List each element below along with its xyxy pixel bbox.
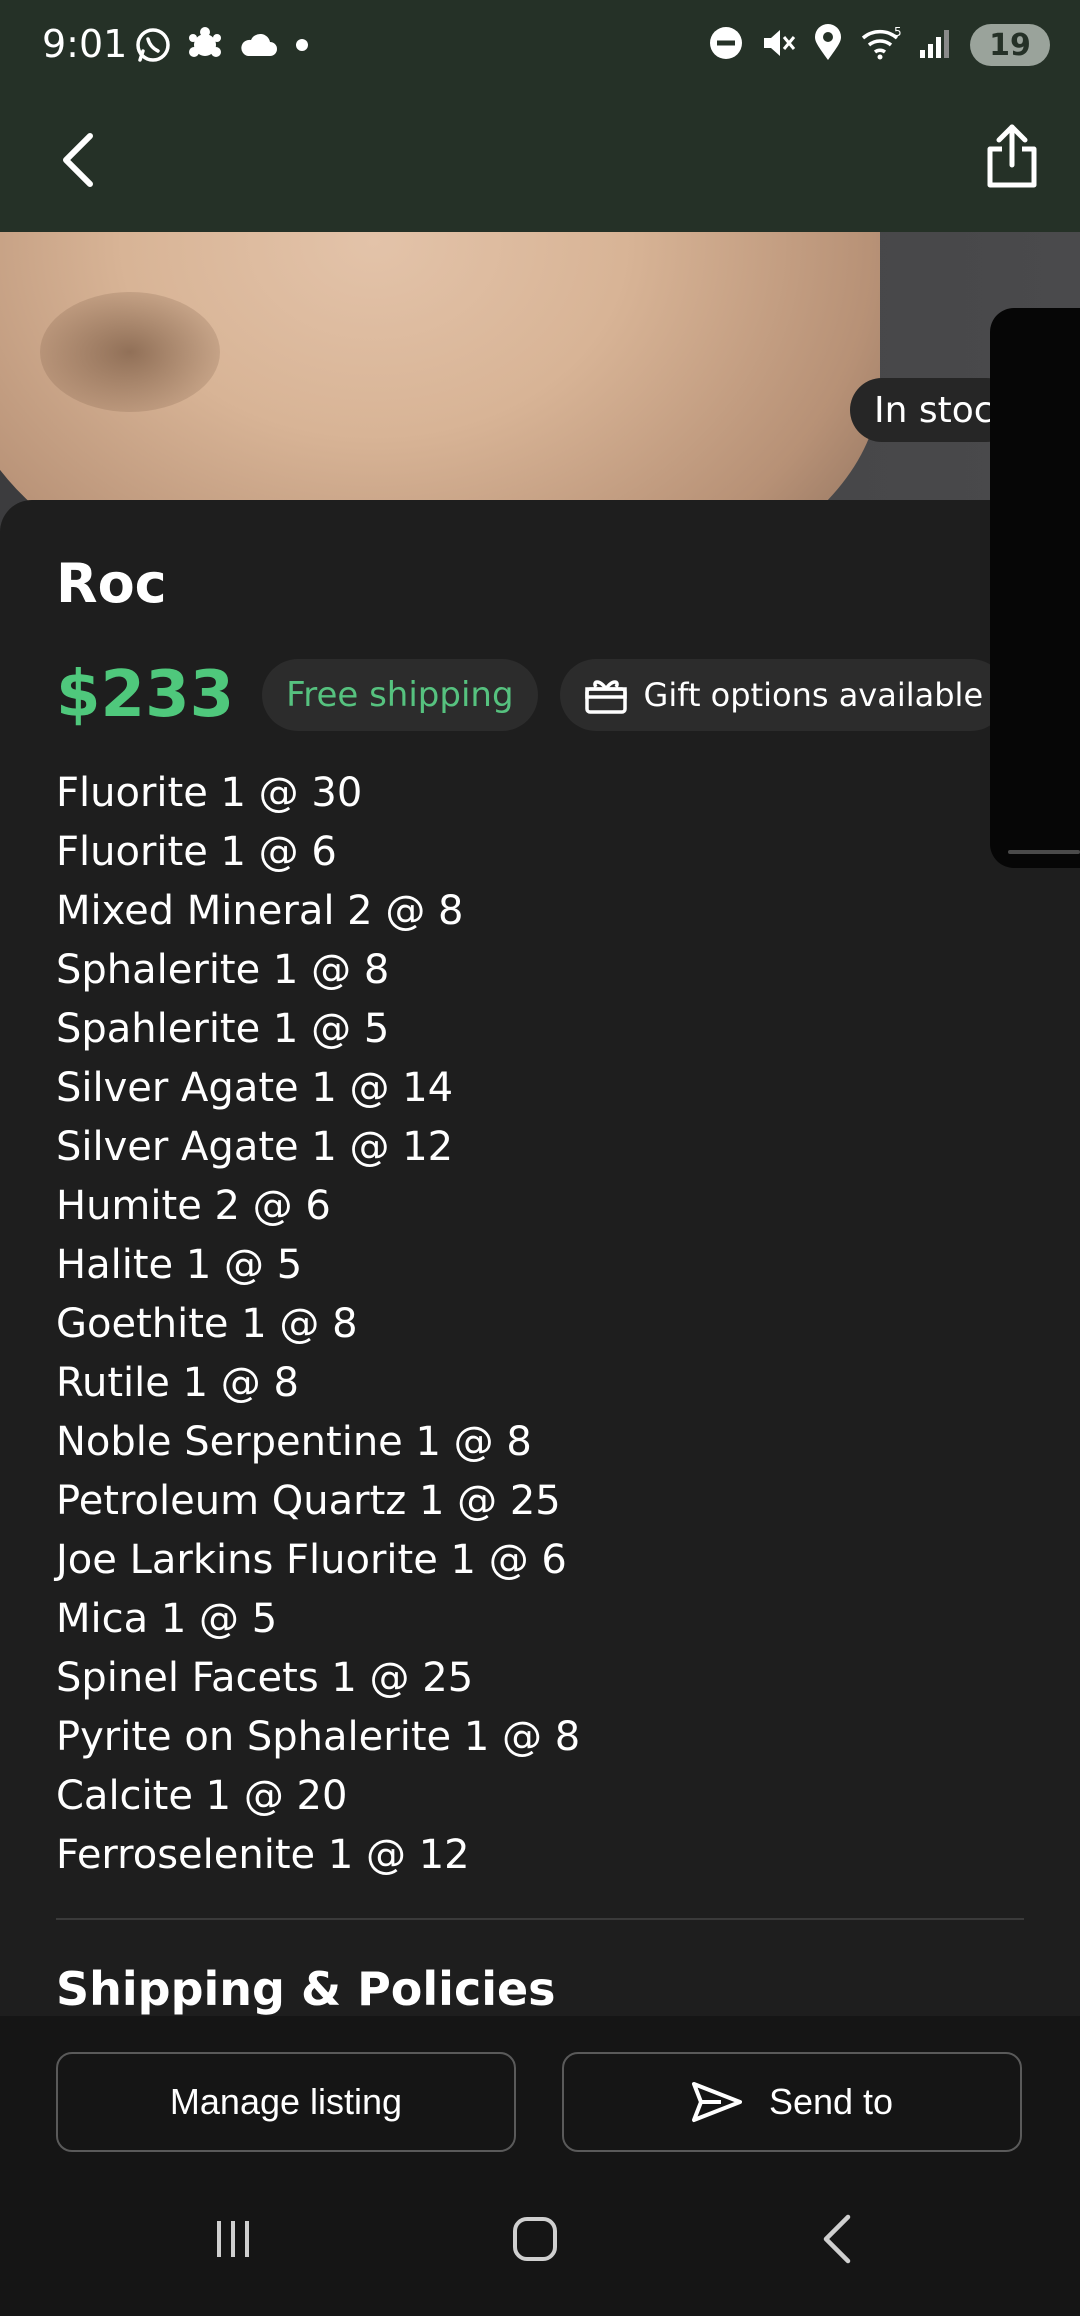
description-line: Joe Larkins Fluorite 1 @ 6 (56, 1537, 567, 1583)
description-line: Halite 1 @ 5 (56, 1242, 303, 1288)
description-line: Fluorite 1 @ 6 (56, 829, 337, 875)
description-line: Spahlerite 1 @ 5 (56, 1006, 390, 1052)
description-line: Pyrite on Sphalerite 1 @ 8 (56, 1714, 581, 1760)
share-icon (985, 123, 1039, 193)
description-line: Humite 2 @ 6 (56, 1183, 331, 1229)
settings-icon (186, 26, 224, 68)
send-to-label: Send to (768, 2081, 894, 2122)
status-time: 9:01 (42, 22, 128, 66)
section-divider (56, 1918, 1024, 1920)
description-line: Rutile 1 @ 8 (56, 1360, 299, 1406)
location-icon (812, 24, 844, 66)
send-to-button[interactable]: Send to (562, 2052, 1022, 2152)
system-nav-bar (0, 2166, 1080, 2316)
description-line: Silver Agate 1 @ 14 (56, 1065, 454, 1111)
status-bar: 9:01 5 19 (0, 0, 1080, 96)
svg-text:5: 5 (894, 26, 902, 39)
recents-icon (209, 2215, 257, 2267)
action-bar: Manage listing Send to (0, 2016, 1080, 2166)
description-line: Mixed Mineral 2 @ 8 (56, 888, 464, 934)
system-back-button[interactable] (798, 2206, 878, 2276)
description-list: Fluorite 1 @ 30 Fluorite 1 @ 6 Mixed Min… (56, 764, 580, 1885)
description-line: Petroleum Quartz 1 @ 25 (56, 1478, 561, 1524)
home-icon (510, 2214, 560, 2268)
home-button[interactable] (495, 2206, 575, 2276)
wifi-icon: 5 (860, 25, 902, 64)
chevron-left-icon (58, 130, 98, 194)
share-button[interactable] (980, 118, 1044, 198)
description-line: Ferroselenite 1 @ 12 (56, 1832, 470, 1878)
description-line: Spinel Facets 1 @ 25 (56, 1655, 474, 1701)
app-bar (0, 96, 1080, 232)
description-line: Fluorite 1 @ 30 (56, 770, 363, 816)
description-line: Noble Serpentine 1 @ 8 (56, 1419, 532, 1465)
whatsapp-icon (134, 26, 172, 68)
gift-options-label: Gift options available (643, 676, 984, 714)
gift-icon (584, 680, 627, 714)
description-line: Calcite 1 @ 20 (56, 1773, 348, 1819)
mute-icon (760, 25, 796, 65)
description-line: Goethite 1 @ 8 (56, 1301, 358, 1347)
manage-listing-button[interactable]: Manage listing (56, 2052, 516, 2152)
recent-apps-button[interactable] (193, 2206, 273, 2276)
floating-panel[interactable] (990, 308, 1080, 868)
cloud-icon (238, 30, 278, 64)
status-right-icons: 5 19 (708, 24, 1050, 66)
listing-title: Roc (56, 552, 167, 615)
back-button[interactable] (50, 122, 106, 202)
signal-icon (918, 26, 954, 64)
description-line: Sphalerite 1 @ 8 (56, 947, 390, 993)
description-line: Silver Agate 1 @ 12 (56, 1124, 454, 1170)
back-icon (818, 2213, 858, 2269)
send-icon (691, 2082, 742, 2122)
dot-icon (292, 35, 312, 59)
battery-indicator: 19 (970, 24, 1050, 66)
price-row: $233 Free shipping Gift options availabl… (56, 658, 1008, 732)
listing-details: Roc $233 Free shipping Gift options avai… (0, 500, 1080, 2016)
status-left-icons (134, 26, 312, 68)
palm-shadow (40, 292, 220, 412)
free-shipping-chip: Free shipping (262, 659, 538, 731)
gift-options-chip: Gift options available (559, 659, 1008, 731)
panel-handle[interactable] (1008, 850, 1080, 854)
listing-price: $233 (56, 658, 235, 732)
description-line: Mica 1 @ 5 (56, 1596, 278, 1642)
dnd-icon (708, 25, 744, 65)
shipping-policies-heading[interactable]: Shipping & Policies (56, 1962, 556, 2016)
